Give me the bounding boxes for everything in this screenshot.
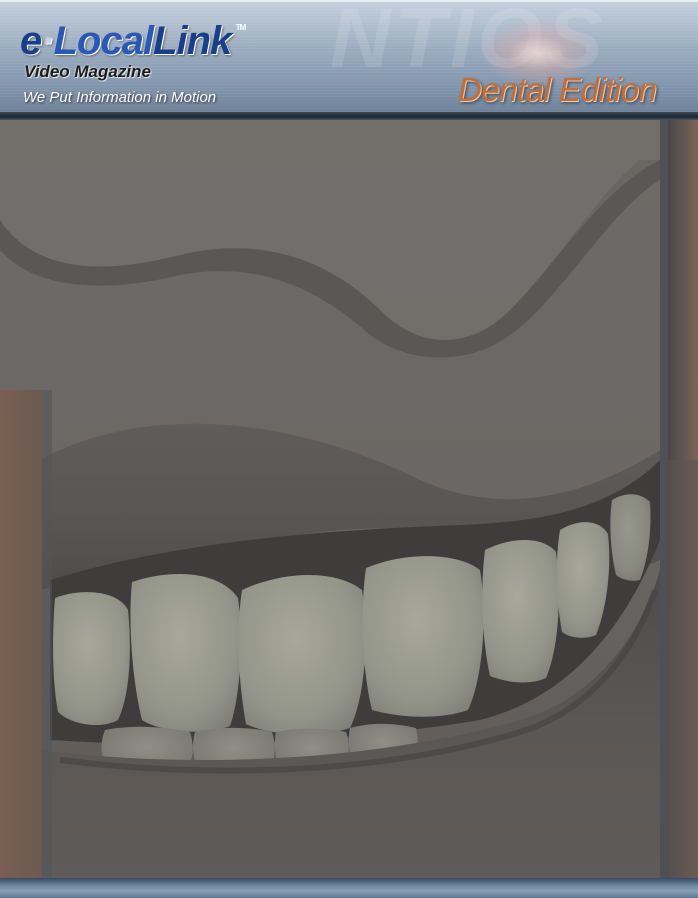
logo-e: e (20, 19, 42, 63)
video-magazine-subtitle: Video Magazine (24, 62, 151, 81)
dental-edition-title: Dental Edition (458, 71, 657, 108)
logo-dot: · (41, 19, 54, 63)
header-separator (0, 112, 698, 120)
logo-local: Local (53, 19, 154, 63)
header-banner: NTIOS e·LocalLink TM Video Magazine We P… (0, 0, 698, 112)
tagline: We Put Information in Motion (23, 89, 217, 106)
smile-closeup-image (0, 120, 698, 878)
smile-illustration (0, 120, 698, 878)
trademark-symbol: TM (235, 23, 247, 32)
elocallink-logo[interactable]: e·LocalLink TM (20, 18, 246, 64)
logo-link: Link (153, 19, 232, 63)
footer-bar (0, 878, 698, 898)
